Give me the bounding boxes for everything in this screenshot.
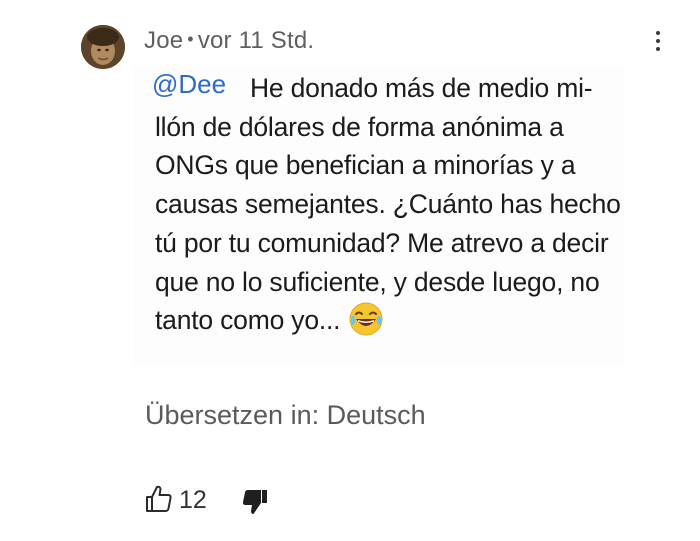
laughing-tears-emoji-icon [348,301,384,348]
more-options-icon[interactable] [648,28,668,54]
comment-header: Joe • vor 11 Std. [144,27,314,55]
avatar[interactable] [81,25,125,69]
comment-line-5: tú por tu comunidad? Me atrevo a decir [155,227,609,258]
timestamp[interactable]: vor 11 Std. [198,27,314,54]
comment-line-7: tanto como yo... [155,301,655,348]
separator-dot: • [187,29,194,49]
comment-text: He donado más de medio mi- llón de dólar… [155,69,655,348]
comment-line-1: He donado más de medio mi- [250,73,593,103]
thumbs-up-icon[interactable] [145,484,173,516]
comment-line-4: causas semejantes. ¿Cuánto has hecho [155,189,621,220]
like-count: 12 [179,486,207,514]
thumbs-down-icon[interactable] [242,488,268,516]
author-name[interactable]: Joe [144,27,183,54]
comment-line-2: llón de dólares de forma anónima a [155,111,564,142]
translate-link[interactable]: Übersetzen in: Deutsch [145,400,426,431]
comment-line-6: que no lo suficiente, y desde luego, no [155,266,600,297]
comment-line-3: ONGs que benefician a minorías y a [155,150,576,181]
